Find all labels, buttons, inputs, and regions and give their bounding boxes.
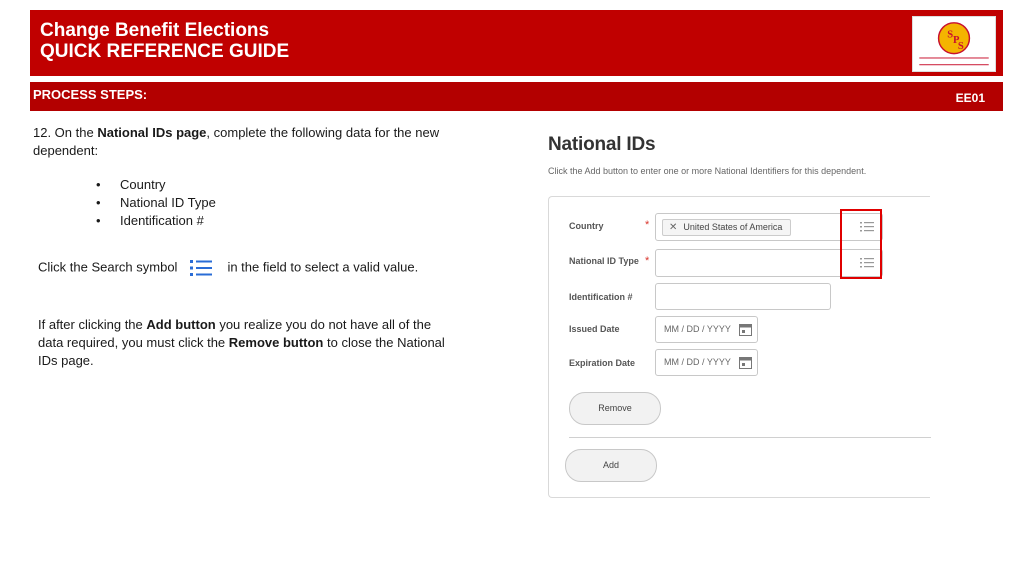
guide-code: EE01 [955, 91, 985, 105]
list-item: National ID Type [96, 194, 216, 212]
svg-text:S: S [958, 41, 964, 52]
search-suffix: in the field to select a valid value. [227, 259, 419, 275]
note-text: If after clicking the [38, 317, 147, 332]
guide-subtitle: QUICK REFERENCE GUIDE [40, 41, 290, 62]
guide-title: Change Benefit Elections [40, 20, 270, 41]
required-marker: * [645, 219, 650, 231]
country-selected-pill[interactable]: ✕ United States of America [662, 219, 792, 236]
divider [569, 437, 931, 438]
required-fields-list: Country National ID Type Identification … [96, 176, 216, 230]
process-steps-bar: PROCESS STEPS: EE01 [30, 82, 1003, 111]
intro-prefix: 12. On the [33, 125, 98, 140]
identification-label: Identification # [569, 292, 633, 302]
add-button[interactable]: Add [565, 449, 657, 482]
expiration-date-label: Expiration Date [569, 358, 636, 368]
note-bold-remove: Remove button [228, 335, 324, 350]
issued-date-label: Issued Date [569, 324, 620, 334]
step-intro: 12. On the National IDs page, complete t… [33, 124, 443, 160]
list-item: Country [96, 176, 216, 194]
expiration-date-placeholder: MM / DD / YYYY [664, 357, 731, 367]
national-ids-subtitle: Click the Add button to enter one or mor… [548, 166, 867, 176]
list-search-icon [185, 257, 215, 279]
intro-bold: National IDs page [97, 125, 207, 140]
required-marker: * [645, 255, 650, 267]
note-bold-add: Add button [146, 317, 216, 332]
process-steps-label: PROCESS STEPS: [33, 87, 148, 102]
search-prefix: Click the Search symbol [38, 259, 178, 275]
expiration-date-input[interactable]: MM / DD / YYYY [655, 349, 758, 376]
country-label: Country [569, 221, 604, 231]
issued-date-placeholder: MM / DD / YYYY [664, 324, 731, 334]
search-icon-highlight [840, 209, 882, 279]
national-ids-screenshot: National IDs Click the Add button to ent… [548, 130, 931, 500]
calendar-icon[interactable] [739, 356, 752, 369]
national-ids-title: National IDs [548, 134, 656, 155]
issued-date-input[interactable]: MM / DD / YYYY [655, 316, 758, 343]
search-instruction: Click the Search symbol in the field to s… [38, 257, 468, 279]
country-value: United States of America [683, 222, 783, 232]
list-item: Identification # [96, 212, 216, 230]
national-id-type-label: National ID Type [569, 256, 639, 266]
remove-note: If after clicking the Add button you rea… [38, 316, 448, 370]
header-banner: Change Benefit Elections QUICK REFERENCE… [30, 10, 1003, 76]
identification-input[interactable] [655, 283, 831, 310]
remove-button[interactable]: Remove [569, 392, 661, 425]
sps-logo-icon: S P S [912, 16, 996, 72]
calendar-icon[interactable] [739, 323, 752, 336]
remove-value-icon[interactable]: ✕ [669, 222, 677, 233]
